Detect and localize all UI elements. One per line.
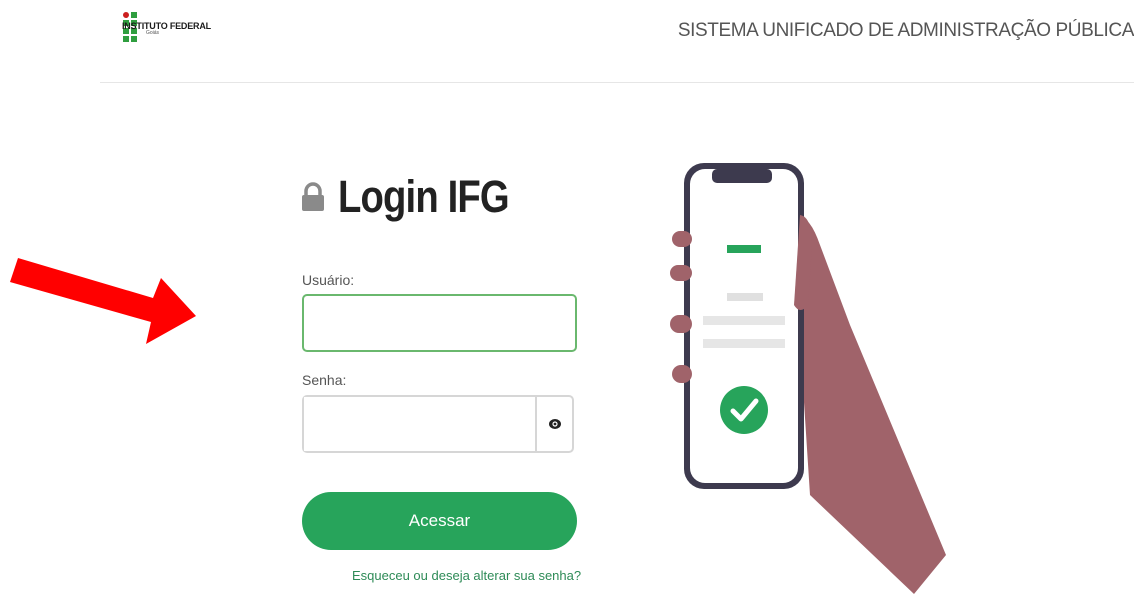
password-field <box>302 395 574 453</box>
logo-text: INSTITUTO FEDERAL <box>122 21 211 31</box>
page-header: INSTITUTO FEDERAL Goiás SISTEMA UNIFICAD… <box>100 0 1134 83</box>
password-input[interactable] <box>304 397 537 451</box>
phone-illustration <box>670 163 946 594</box>
username-label: Usuário: <box>302 272 355 288</box>
password-label: Senha: <box>302 372 347 388</box>
show-password-button[interactable] <box>537 397 572 451</box>
username-input[interactable] <box>302 294 577 352</box>
eye-icon <box>548 419 561 429</box>
logo-subtext: Goiás <box>146 30 160 36</box>
page-title: Login IFG <box>338 171 510 222</box>
login-heading: Login IFG <box>300 171 539 222</box>
login-button[interactable]: Acessar <box>302 492 577 550</box>
lock-icon <box>302 182 324 211</box>
forgot-password-link[interactable]: Esqueceu ou deseja alterar sua senha? <box>352 568 581 583</box>
red-arrow-icon <box>10 258 196 344</box>
system-title: SISTEMA UNIFICADO DE ADMINISTRAÇÃO PÚBLI… <box>677 20 1134 41</box>
